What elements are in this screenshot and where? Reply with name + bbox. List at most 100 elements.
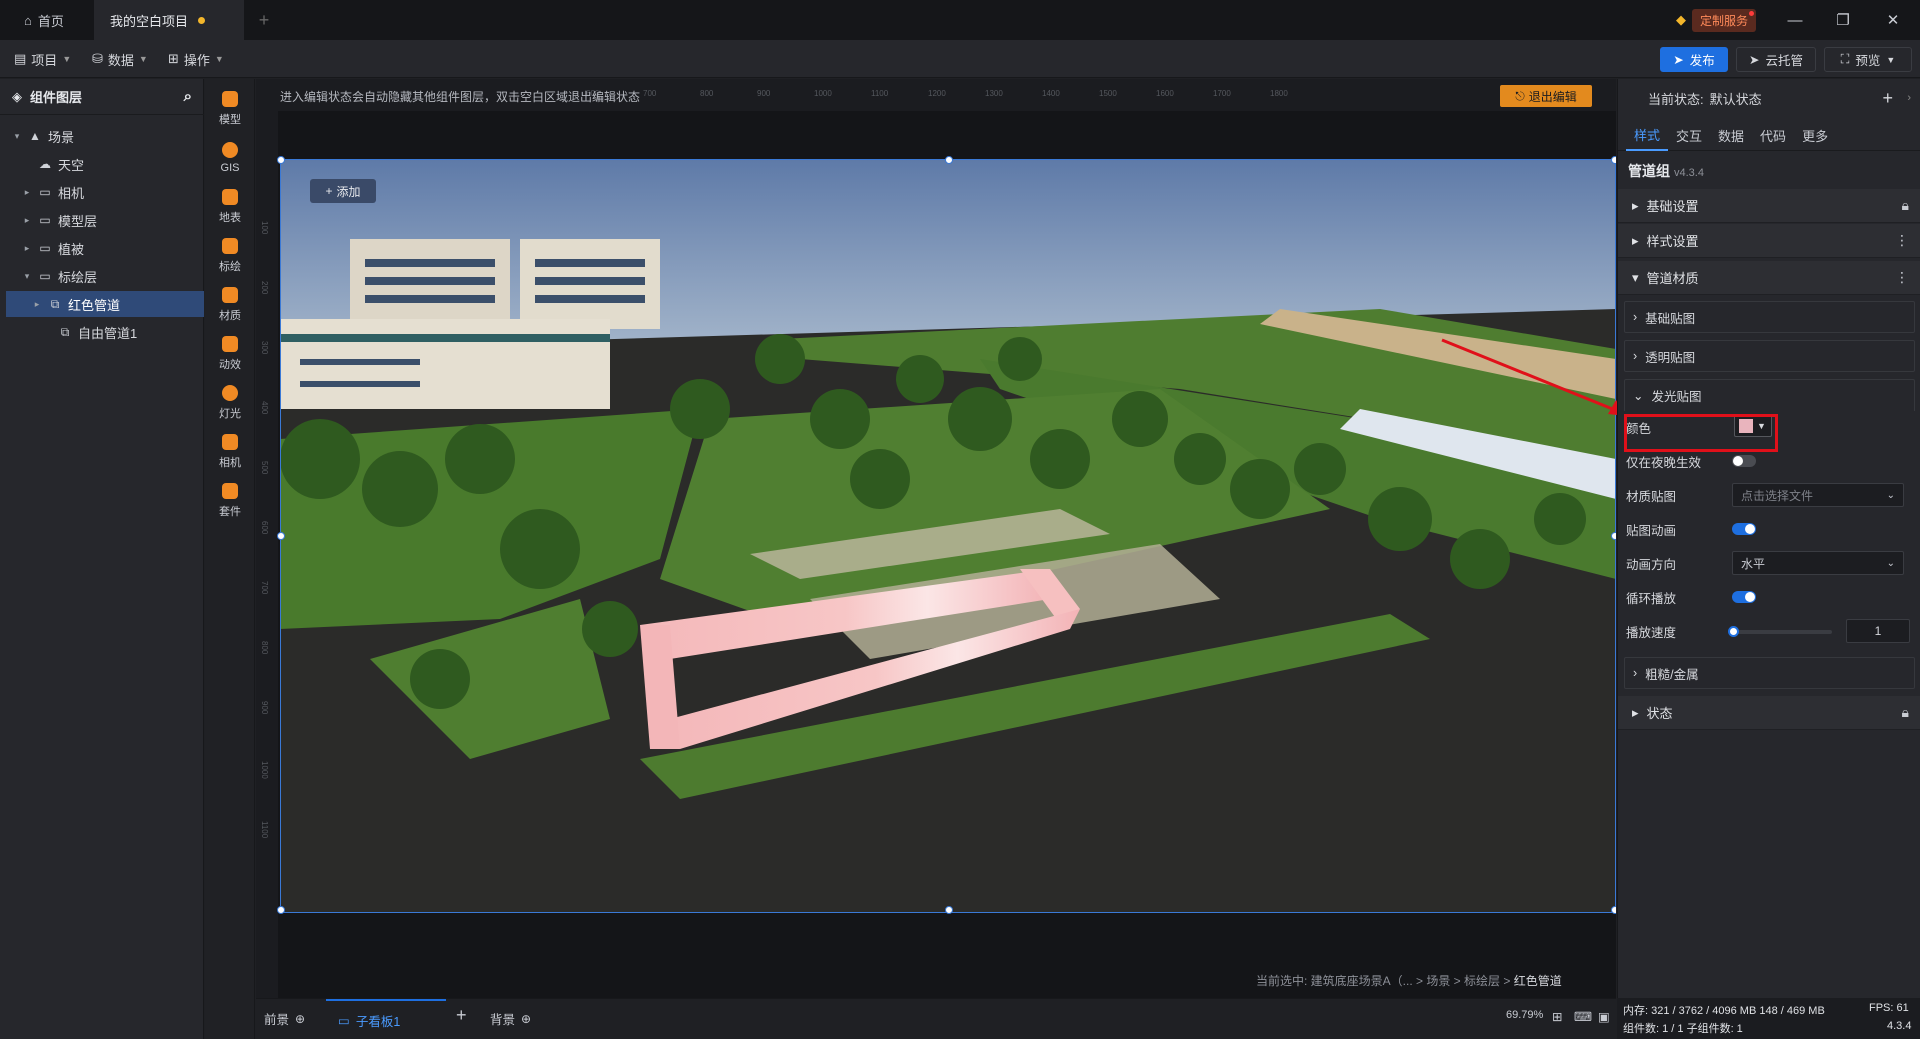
sub-emissive-map[interactable]: ⌄ 发光贴图 [1624, 379, 1915, 411]
component-name: 管道组 [1628, 163, 1670, 179]
tab-project[interactable]: 我的空白项目 [94, 0, 244, 40]
speed-slider-track[interactable] [1732, 630, 1832, 634]
caret-down-icon[interactable]: ▾ [12, 131, 22, 142]
keyboard-icon[interactable]: ⌨ [1574, 1009, 1592, 1024]
current-state-value[interactable]: 默认状态 [1710, 89, 1762, 108]
layer-item[interactable]: ▸ ⧉ 红色管道 [6, 291, 204, 317]
more-vertical-icon[interactable]: ⋮ [1895, 232, 1909, 249]
category-kit[interactable]: 套件 [205, 475, 255, 527]
property-tab[interactable]: 样式 [1626, 119, 1669, 151]
add-state-button[interactable]: + [1882, 88, 1893, 109]
close-button[interactable]: ✕ [1870, 0, 1916, 40]
component-title: 管道组 v4.3.4 [1628, 161, 1704, 181]
anim-toggle[interactable] [1732, 523, 1756, 535]
layer-item[interactable]: ▸ ▭ 模型层 [6, 207, 204, 233]
texture-file-select[interactable]: 点击选择文件 ⌄ [1732, 483, 1904, 507]
category-gis[interactable]: GIS [205, 132, 255, 184]
menu-operate[interactable]: ⊞ 操作 ▼ [168, 49, 224, 69]
zoom-level[interactable]: 69.79% [1506, 1009, 1543, 1021]
tab-foreground[interactable]: 前景 ⊕ [264, 1009, 305, 1028]
breadcrumb-current[interactable]: 红色管道 [1514, 974, 1562, 988]
caret-right-icon[interactable]: ▸ [22, 243, 32, 254]
caret-right-icon[interactable]: ▸ [32, 299, 42, 310]
add-circle-icon[interactable]: ⊕ [521, 1012, 531, 1026]
add-circle-icon[interactable]: ⊕ [295, 1012, 305, 1026]
property-tab[interactable]: 更多 [1794, 119, 1836, 151]
category-camera[interactable]: 相机 [205, 426, 255, 478]
property-tab[interactable]: 数据 [1710, 119, 1752, 151]
color-picker[interactable]: ▼ [1734, 415, 1772, 437]
category-marker[interactable]: 标绘 [205, 230, 255, 282]
ruler-tick-label: 1000 [260, 761, 269, 779]
lock-icon[interactable]: 🔒︎ [1902, 704, 1909, 721]
cloud-host-button[interactable]: ➤ 云托管 [1736, 47, 1816, 72]
layer-item[interactable]: ☁ 天空 [6, 151, 204, 177]
background-label: 背景 [490, 1013, 516, 1027]
preview-button[interactable]: ⛶ 预览 ▼ [1824, 47, 1912, 72]
layer-item[interactable]: ▾ ▭ 标绘层 [6, 263, 204, 289]
new-tab-button[interactable]: + [244, 0, 284, 40]
layer-item[interactable]: ▸ ▭ 植被 [6, 235, 204, 261]
add-button[interactable]: + 添加 [310, 179, 376, 203]
custom-service-button[interactable]: ◆ 定制服务 [1676, 8, 1757, 32]
sub-roughness[interactable]: › 粗糙/金属 [1624, 657, 1915, 689]
chevron-down-icon: ⌄ [1633, 389, 1644, 403]
3d-scene-viewport[interactable] [280, 159, 1616, 913]
category-light[interactable]: 灯光 [205, 377, 255, 429]
sub-base-map[interactable]: › 基础贴图 [1624, 301, 1915, 333]
sub-alpha-map[interactable]: › 透明贴图 [1624, 340, 1915, 372]
loop-toggle[interactable] [1732, 591, 1756, 603]
section-style[interactable]: ▸ 样式设置 ⋮ [1618, 224, 1920, 258]
caret-right-icon[interactable]: ▸ [22, 215, 32, 226]
loop-row: 循环播放 [1626, 583, 1916, 611]
tab-board[interactable]: ▭ 子看板1 [326, 999, 446, 1039]
layer-item[interactable]: ⧉ 自由管道1 [6, 319, 204, 345]
ruler-tick-label: 500 [260, 461, 269, 475]
category-model[interactable]: 模型 [205, 83, 255, 135]
restore-button[interactable]: ❐ [1820, 0, 1866, 40]
exit-icon: ⎋ [1515, 88, 1525, 103]
fit-screen-icon[interactable]: ⊞ [1552, 1009, 1562, 1024]
menu-project[interactable]: ▤ 项目 ▼ [14, 49, 71, 69]
exit-edit-button[interactable]: ⎋ 退出编辑 [1500, 85, 1592, 107]
add-board-button[interactable]: + [456, 1005, 467, 1026]
tab-home[interactable]: ⌂ 首页 [8, 0, 94, 40]
layer-item[interactable]: ▸ ▭ 相机 [6, 179, 204, 205]
category-label: 动效 [219, 359, 241, 371]
search-icon[interactable]: ⌕ [184, 88, 192, 105]
section-basic[interactable]: ▸ 基础设置 🔒︎ [1618, 189, 1920, 223]
category-material[interactable]: 材质 [205, 279, 255, 331]
speed-input[interactable]: 1 [1846, 619, 1910, 643]
caret-down-icon[interactable]: ▾ [22, 271, 32, 282]
caret-right-icon: ▸ [1632, 232, 1639, 248]
category-terrain[interactable]: 地表 [205, 181, 255, 233]
layer-item-label: 标绘层 [58, 269, 98, 285]
caret-down-icon: ▾ [1632, 269, 1639, 285]
terminal-icon[interactable]: ▣ [1598, 1009, 1610, 1024]
minimize-button[interactable]: — [1772, 0, 1818, 40]
editor-canvas[interactable]: 600 700 800 900 1000 1100 1200 1300 1400 1500 1600… [256, 79, 1616, 998]
exit-edit-label: 退出编辑 [1528, 89, 1577, 104]
caret-right-icon[interactable]: ▸ [22, 187, 32, 198]
publish-button[interactable]: ➤ 发布 [1660, 47, 1728, 72]
section-state[interactable]: ▸ 状态 🔒︎ [1618, 696, 1920, 730]
section-material[interactable]: ▾ 管道材质 ⋮ [1618, 261, 1920, 295]
lock-icon[interactable]: 🔒︎ [1902, 197, 1909, 214]
property-tab[interactable]: 代码 [1752, 119, 1794, 151]
menu-data[interactable]: ⛁ 数据 ▼ [92, 49, 148, 69]
direction-select[interactable]: 水平 ⌄ [1732, 551, 1904, 575]
more-vertical-icon[interactable]: ⋮ [1895, 269, 1909, 286]
chevron-right-icon[interactable]: › [1907, 92, 1911, 104]
tab-background[interactable]: 背景 ⊕ [490, 1009, 531, 1028]
ruler-tick-label: 1200 [928, 89, 946, 98]
texture-row: 材质贴图 点击选择文件 ⌄ [1626, 481, 1916, 509]
menu-operate-label: 操作 [183, 52, 210, 68]
category-effect[interactable]: 动效 [205, 328, 255, 380]
speed-label: 播放速度 [1626, 625, 1677, 640]
cloud-host-label: 云托管 [1765, 54, 1803, 68]
night-only-toggle[interactable] [1732, 455, 1756, 467]
layer-item[interactable]: ▾ ▲ 场景 [6, 123, 204, 149]
property-tab[interactable]: 交互 [1668, 119, 1710, 151]
speed-slider-handle[interactable] [1728, 626, 1739, 637]
publish-label: 发布 [1689, 54, 1715, 68]
